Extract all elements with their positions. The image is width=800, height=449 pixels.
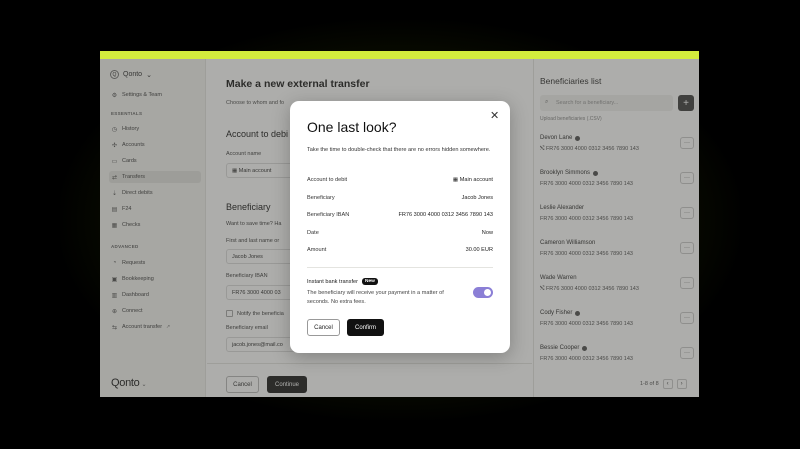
toggle-knob	[484, 289, 491, 296]
accent-bar	[100, 51, 699, 59]
confirm-transfer-modal: ✕ One last look? Take the time to double…	[290, 101, 510, 353]
summary-row-date: Date Now	[307, 230, 493, 240]
confirm-button[interactable]: Confirm	[347, 319, 384, 336]
summary-key: Amount	[307, 247, 327, 253]
summary-key: Date	[307, 230, 319, 236]
summary-value: Jacob Jones	[461, 195, 493, 201]
instant-transfer-label: Instant bank transfer New	[307, 278, 378, 285]
summary-key: Beneficiary	[307, 195, 335, 201]
instant-label-text: Instant bank transfer	[307, 278, 358, 285]
summary-value: 30.00 EUR	[465, 247, 493, 253]
summary-row-amount: Amount 30.00 EUR	[307, 247, 493, 257]
close-icon[interactable]: ✕	[490, 109, 499, 122]
summary-key: Beneficiary IBAN	[307, 212, 350, 218]
modal-title: One last look?	[307, 119, 397, 135]
summary-value: Now	[481, 230, 493, 236]
summary-value: FR76 3000 4000 0312 3456 7890 143	[398, 212, 493, 218]
modal-description: Take the time to double-check that there…	[307, 147, 491, 153]
new-badge: New	[362, 278, 378, 285]
modal-cancel-button[interactable]: Cancel	[307, 319, 340, 336]
summary-row-beneficiary: Beneficiary Jacob Jones	[307, 195, 493, 205]
summary-value: Main account	[459, 177, 493, 183]
summary-key: Account to debit	[307, 177, 348, 183]
bank-icon: ▦	[452, 177, 460, 183]
instant-transfer-description: The beneficiary will receive your paymen…	[307, 290, 444, 305]
summary-row-iban: Beneficiary IBAN FR76 3000 4000 0312 345…	[307, 212, 493, 222]
divider	[307, 267, 493, 268]
instant-transfer-toggle[interactable]	[473, 287, 493, 298]
summary-row-account: Account to debit ▦ Main account	[307, 177, 493, 187]
